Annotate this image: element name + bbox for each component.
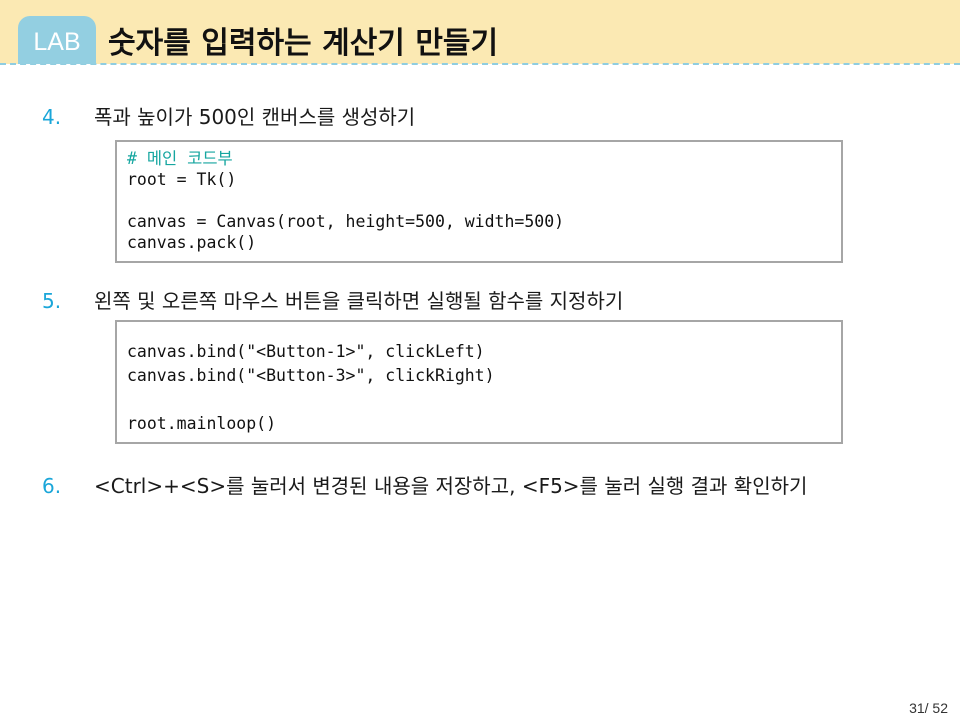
code-line: root.mainloop() — [127, 414, 277, 433]
code-comment: # 메인 코드부 — [127, 149, 233, 168]
step-number: 6. — [42, 474, 62, 498]
step-number: 4. — [42, 105, 62, 129]
page-title: 숫자를 입력하는 계산기 만들기 — [108, 26, 499, 61]
code-line: canvas.pack() — [127, 233, 257, 252]
step-number: 5. — [42, 289, 62, 313]
step-6: 6. <Ctrl>+<S>를 눌러서 변경된 내용을 저장하고, <F5>를 눌러… — [42, 470, 807, 499]
page-number: 31/ 52 — [909, 700, 948, 716]
lab-badge: LAB — [18, 16, 96, 64]
code-block-bind: canvas.bind("<Button-1>", clickLeft) can… — [115, 320, 843, 444]
code-block-canvas: # 메인 코드부 root = Tk() canvas = Canvas(roo… — [115, 140, 843, 263]
code-line: canvas.bind("<Button-1>", clickLeft) — [127, 342, 485, 361]
step-text: <Ctrl>+<S>를 눌러서 변경된 내용을 저장하고, <F5>를 눌러 실… — [94, 474, 808, 498]
code-line: canvas.bind("<Button-3>", clickRight) — [127, 366, 495, 385]
step-text: 폭과 높이가 500인 캔버스를 생성하기 — [94, 105, 416, 129]
code-line: root = Tk() — [127, 170, 237, 189]
code-line: canvas = Canvas(root, height=500, width=… — [127, 212, 565, 231]
step-4: 4. 폭과 높이가 500인 캔버스를 생성하기 — [42, 101, 415, 130]
step-text: 왼쪽 및 오른쪽 마우스 버튼을 클릭하면 실행될 함수를 지정하기 — [94, 289, 624, 313]
header-divider — [0, 63, 960, 65]
step-5: 5. 왼쪽 및 오른쪽 마우스 버튼을 클릭하면 실행될 함수를 지정하기 — [42, 285, 623, 314]
